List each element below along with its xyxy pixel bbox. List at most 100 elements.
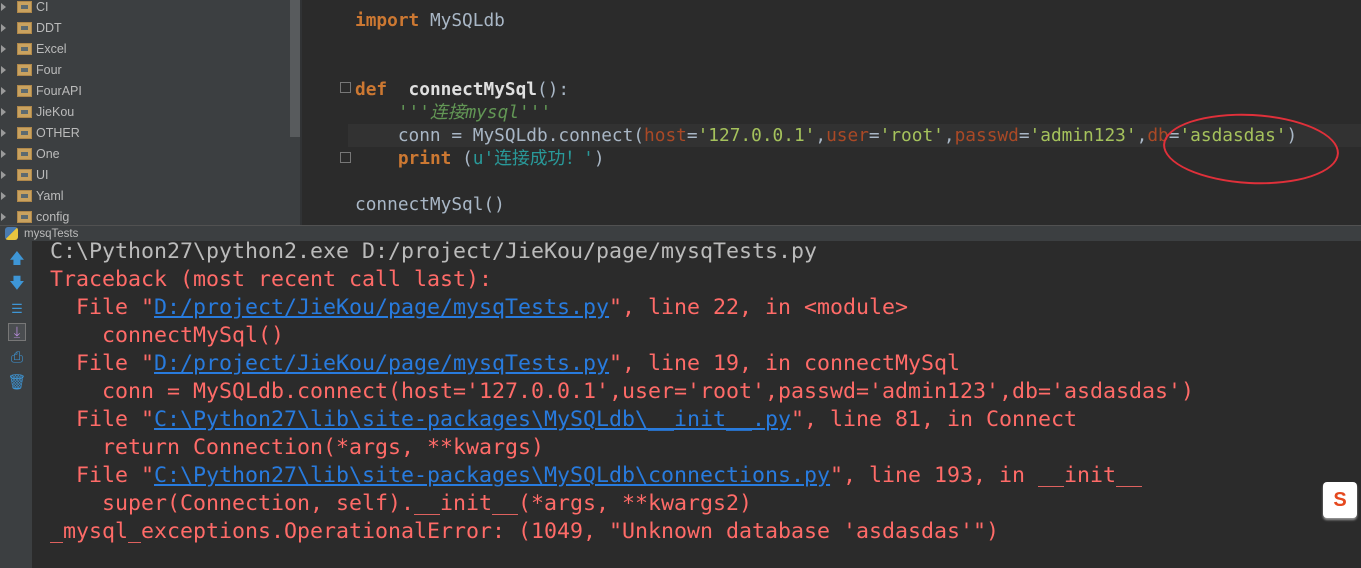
- expand-arrow-icon[interactable]: [1, 128, 6, 137]
- code-token: ,: [1136, 125, 1148, 146]
- code-token: def: [355, 79, 388, 100]
- expand-arrow-icon[interactable]: [1, 212, 6, 221]
- expand-arrow-icon[interactable]: [1, 170, 6, 179]
- console-output[interactable]: C:\Python27\python2.exe D:/project/JieKo…: [33, 238, 1361, 568]
- expand-arrow-icon[interactable]: [1, 2, 6, 11]
- code-token: _mysql_exceptions.OperationalError: (104…: [50, 519, 1000, 544]
- output-line: File "D:/project/JieKou/page/mysqTests.p…: [50, 294, 908, 322]
- code-token: Traceback (most recent call last):: [50, 267, 493, 292]
- folder-icon: [17, 84, 32, 97]
- tree-item-other[interactable]: OTHER: [0, 122, 80, 143]
- tree-item-config[interactable]: config: [0, 206, 69, 225]
- code-token: File ": [50, 463, 155, 488]
- project-tree-scrollbar[interactable]: [290, 0, 300, 137]
- tree-item-ui[interactable]: UI: [0, 164, 49, 185]
- print-icon[interactable]: ⎙: [8, 348, 26, 366]
- scroll-to-end-icon[interactable]: ⤓: [8, 323, 26, 341]
- code-token: '''连接mysql''': [397, 102, 552, 123]
- code-token: 'admin123': [1029, 125, 1137, 146]
- expand-arrow-icon[interactable]: [1, 86, 6, 95]
- python-icon: [5, 227, 18, 240]
- folder-icon: [17, 21, 32, 34]
- tree-item-excel[interactable]: Excel: [0, 38, 67, 59]
- code-token: =: [1018, 125, 1030, 146]
- project-tree: CI DDT Excel Four FourAPI JieKou OTHER One UI Yam…: [0, 0, 302, 225]
- tree-item-label: JieKou: [36, 104, 75, 119]
- tree-item-label: OTHER: [36, 125, 80, 140]
- file-link[interactable]: D:/project/JieKou/page/mysqTests.py: [154, 351, 609, 376]
- code-token: File ": [50, 407, 155, 432]
- folder-icon: [17, 189, 32, 202]
- tree-item-four[interactable]: Four: [0, 59, 62, 80]
- folder-icon: [17, 168, 32, 181]
- down-arrow-icon[interactable]: 🡇: [8, 274, 26, 292]
- code-token: print: [397, 148, 452, 169]
- file-link[interactable]: D:/project/JieKou/page/mysqTests.py: [154, 295, 609, 320]
- tree-item-one[interactable]: One: [0, 143, 60, 164]
- trash-icon[interactable]: 🗑: [7, 373, 26, 391]
- fold-toggle-icon[interactable]: [340, 82, 351, 93]
- expand-arrow-icon[interactable]: [1, 149, 6, 158]
- code-token: conn = MySQLdb.connect(host='127.0.0.1',…: [50, 379, 1195, 404]
- expand-arrow-icon[interactable]: [1, 107, 6, 116]
- code-token: ():: [537, 79, 570, 100]
- code-token: ,: [815, 125, 827, 146]
- code-token: import: [355, 10, 420, 31]
- code-token: ", line 19, in connectMySql: [609, 351, 961, 376]
- code-line: conn = MySQLdb.connect(host='127.0.0.1',…: [355, 124, 1297, 147]
- fold-end-icon[interactable]: [340, 152, 351, 163]
- up-arrow-icon[interactable]: 🡅: [8, 249, 26, 267]
- file-link[interactable]: C:\Python27\lib\site-packages\MySQLdb\co…: [154, 463, 830, 488]
- tree-item-ci[interactable]: CI: [0, 0, 49, 17]
- code-token: =: [868, 125, 880, 146]
- tree-item-label: DDT: [36, 20, 62, 35]
- folder-icon: [17, 147, 32, 160]
- output-line: Traceback (most recent call last):: [50, 266, 492, 294]
- code-token: return Connection(*args, **kwargs): [50, 435, 545, 460]
- tree-item-yaml[interactable]: Yaml: [0, 185, 64, 206]
- code-token: File ": [50, 295, 155, 320]
- tree-item-label: Four: [36, 62, 62, 77]
- tree-item-ddt[interactable]: DDT: [0, 17, 62, 38]
- expand-arrow-icon[interactable]: [1, 44, 6, 53]
- code-token: user: [826, 125, 869, 146]
- output-line: C:\Python27\python2.exe D:/project/JieKo…: [50, 238, 817, 266]
- soft-wrap-icon[interactable]: ☰: [8, 299, 26, 317]
- tree-item-label: config: [36, 209, 70, 224]
- code-token: '127.0.0.1': [697, 125, 816, 146]
- sogou-ime-icon[interactable]: S: [1323, 482, 1357, 518]
- expand-arrow-icon[interactable]: [1, 191, 6, 200]
- code-token: File ": [50, 351, 155, 376]
- tree-item-fourapi[interactable]: FourAPI: [0, 80, 82, 101]
- expand-arrow-icon[interactable]: [1, 65, 6, 74]
- output-line: super(Connection, self).__init__(*args, …: [50, 490, 752, 518]
- output-line: File "D:/project/JieKou/page/mysqTests.p…: [50, 350, 960, 378]
- code-line: '''连接mysql''': [355, 101, 551, 124]
- file-link[interactable]: C:\Python27\lib\site-packages\MySQLdb\__…: [154, 407, 791, 432]
- editor-gutter: [302, 0, 348, 225]
- code-token: 'root': [879, 125, 944, 146]
- output-line: connectMySql(): [50, 322, 284, 350]
- code-token: connectMySql(): [355, 194, 505, 215]
- folder-icon: [17, 42, 32, 55]
- code-token: super(Connection, self).__init__(*args, …: [50, 491, 753, 516]
- run-toolbar: 🡅 🡇 ☰ ⤓ ⎙ 🗑: [0, 241, 33, 568]
- code-token: ,: [943, 125, 955, 146]
- expand-arrow-icon[interactable]: [1, 23, 6, 32]
- output-line: File "C:\Python27\lib\site-packages\MySQ…: [50, 462, 1142, 490]
- code-token: ", line 22, in <module>: [609, 295, 909, 320]
- code-editor[interactable]: import MySQLdb def connectMySql(): '''连接m…: [348, 0, 1361, 225]
- tree-item-label: Excel: [36, 41, 67, 56]
- output-line: conn = MySQLdb.connect(host='127.0.0.1',…: [50, 378, 1194, 406]
- code-line: def connectMySql():: [355, 78, 569, 101]
- tree-item-label: One: [36, 146, 60, 161]
- code-token: ): [593, 148, 605, 169]
- tree-item-label: UI: [36, 167, 49, 182]
- tree-item-jiekou[interactable]: JieKou: [0, 101, 74, 122]
- output-line: return Connection(*args, **kwargs): [50, 434, 544, 462]
- code-token: conn = MySQLdb.connect(: [355, 125, 645, 146]
- folder-icon: [17, 63, 32, 76]
